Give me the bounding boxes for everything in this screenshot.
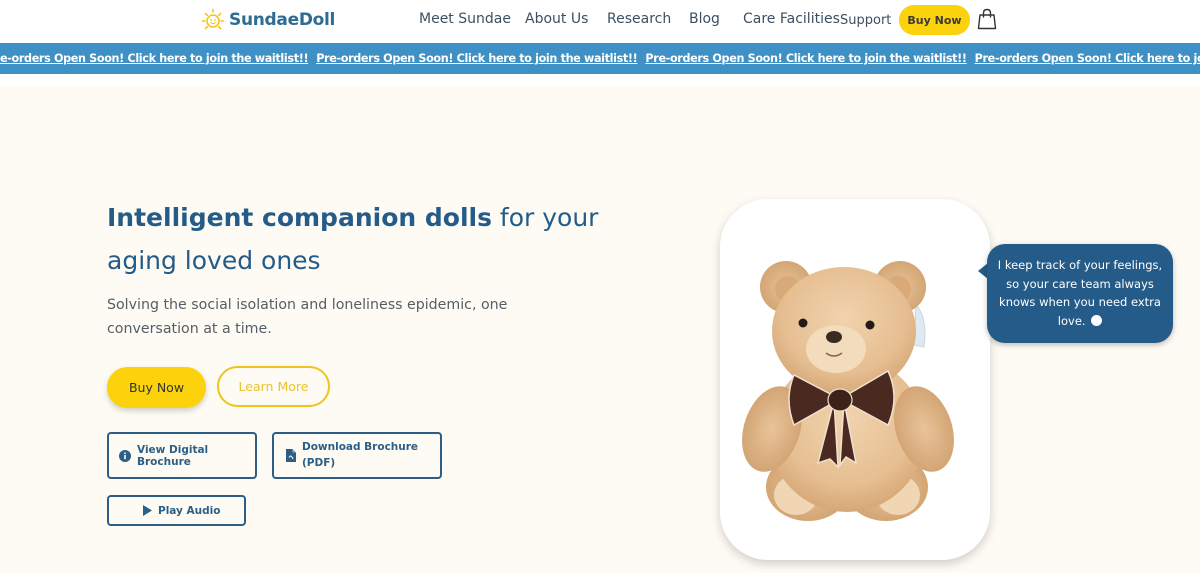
product-image-card (720, 199, 990, 560)
nav-item-support[interactable]: Support (840, 13, 891, 28)
pdf-file-icon (286, 449, 296, 462)
ticker-track: e-orders Open Soon! Click here to join t… (0, 43, 1200, 74)
ticker-link[interactable]: Pre-orders Open Soon! Click here to join… (637, 43, 967, 74)
logo-text: SundaeDoll (229, 10, 336, 30)
play-audio-button[interactable]: Play Audio (107, 495, 246, 526)
shopping-bag-icon[interactable] (977, 8, 997, 30)
view-digital-brochure-button[interactable]: View Digital Brochure (107, 432, 257, 479)
ticker-link[interactable]: Pre-orders Open Soon! Click here to join… (967, 43, 1200, 74)
info-icon (119, 449, 131, 462)
ticker-link[interactable]: e-orders Open Soon! Click here to join t… (0, 43, 309, 74)
hero-buy-now-button[interactable]: Buy Now (107, 367, 206, 408)
ticker-link[interactable]: Pre-orders Open Soon! Click here to join… (308, 43, 638, 74)
hero-headline-bold: Intelligent companion dolls (107, 203, 492, 232)
hero-headline: Intelligent companion dolls for your agi… (107, 196, 627, 282)
speech-bubble-text: I keep track of your feelings, so your c… (997, 258, 1163, 328)
nav-item-research[interactable]: Research (607, 11, 671, 27)
view-digital-brochure-label: View Digital Brochure (137, 443, 209, 468)
logo[interactable]: SundaeDoll (200, 6, 335, 34)
announcement-ticker: e-orders Open Soon! Click here to join t… (0, 43, 1200, 74)
sun-icon (201, 8, 225, 30)
download-brochure-button[interactable]: Download Brochure (PDF) (272, 432, 442, 479)
site-header: SundaeDoll Meet Sundae About Us Research… (0, 0, 1200, 43)
nav-item-care-facilities[interactable]: Care Facilities (743, 11, 840, 27)
nav-item-blog[interactable]: Blog (689, 11, 720, 27)
speech-bubble: I keep track of your feelings, so your c… (987, 244, 1173, 343)
header-buy-now-button[interactable]: Buy Now (899, 5, 970, 35)
hero-subtext: Solving the social isolation and lonelin… (107, 297, 508, 337)
play-icon (143, 505, 152, 516)
nav-item-meet-sundae[interactable]: Meet Sundae (419, 11, 511, 27)
teddy-bear-image (742, 261, 954, 521)
nav-item-about-us[interactable]: About Us (525, 11, 588, 27)
ticker-spacer (0, 74, 1200, 86)
smiley-icon (1091, 314, 1103, 326)
play-audio-label: Play Audio (158, 504, 221, 517)
download-brochure-label: Download Brochure (PDF) (302, 441, 419, 469)
learn-more-button[interactable]: Learn More (217, 366, 330, 407)
